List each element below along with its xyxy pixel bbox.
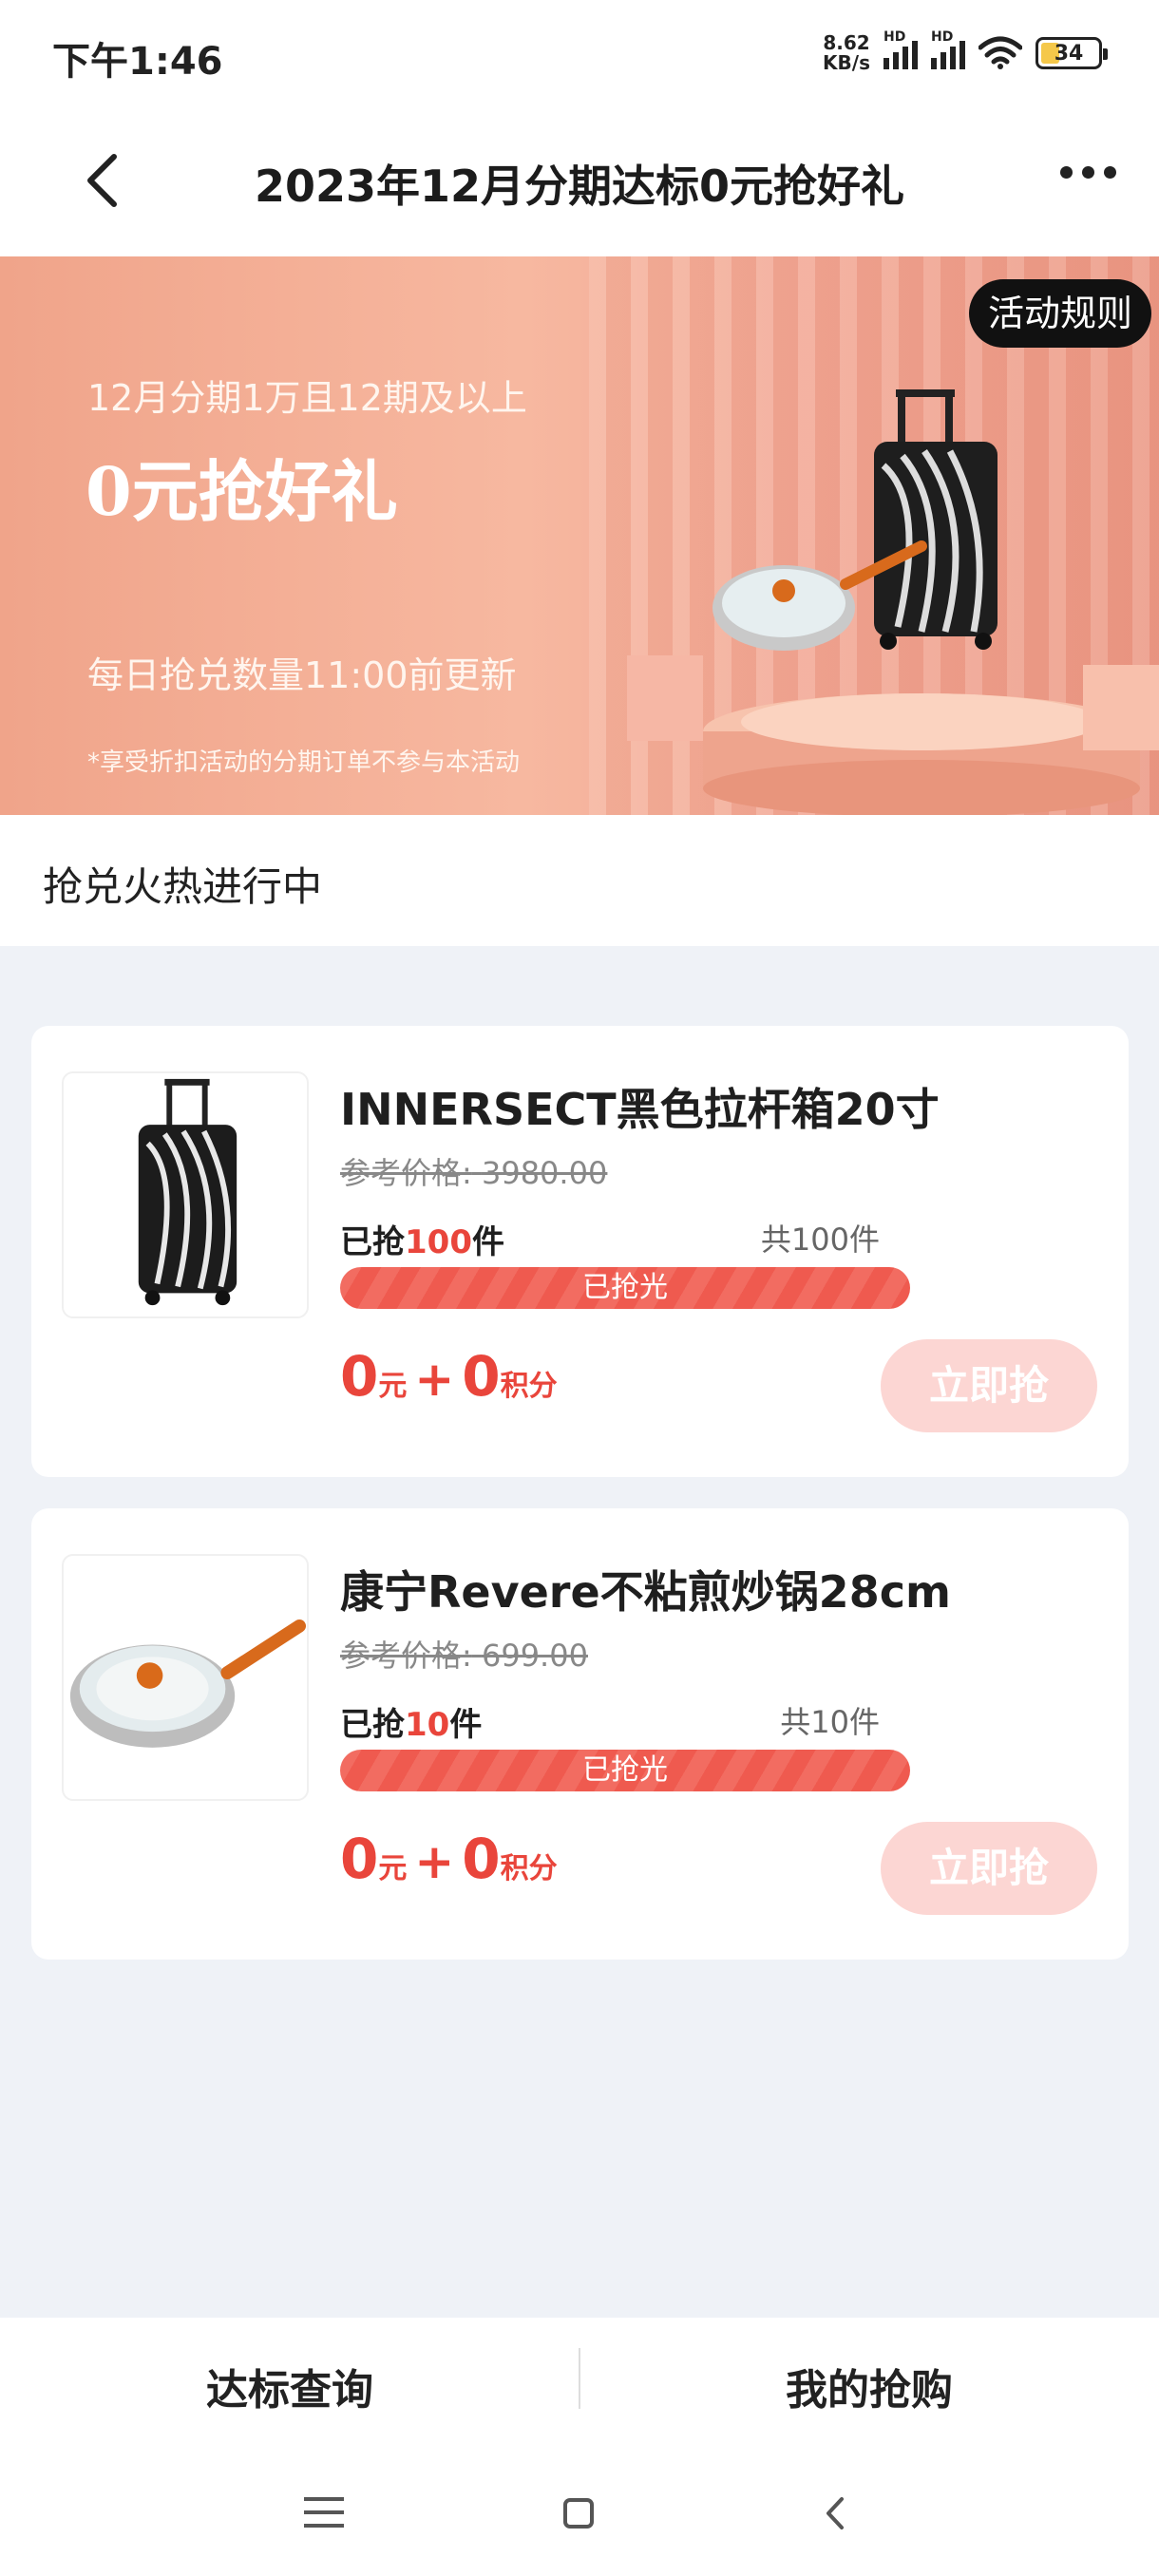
signal-icon: HD [884, 29, 918, 69]
product-name: INNERSECT黑色拉杆箱20寸 [340, 1084, 940, 1135]
exchange-price: 0元 +0积分 [340, 1827, 558, 1891]
section-header: 抢兑火热进行中 [0, 815, 1159, 946]
my-purchases-button[interactable]: 我的抢购 [580, 2356, 1159, 2416]
battery-icon: 34 [1036, 37, 1108, 69]
suitcase-image [138, 1078, 238, 1306]
rules-button[interactable]: 活动规则 [968, 279, 1151, 348]
product-card[interactable]: INNERSECT黑色拉杆箱20寸 参考价格: 3980.00 已抢100件 共… [31, 1026, 1129, 1477]
net-speed: 8.62 KB/s [823, 31, 870, 74]
frying-pan-image [69, 1619, 307, 1748]
stock-progress-bar: 已抢光 [340, 1267, 910, 1309]
page-title: 2023年12月分期达标0元抢好礼 [254, 161, 905, 212]
banner-note: *享受折扣活动的分期订单不参与本活动 [87, 748, 521, 777]
reference-price: 参考价格: 3980.00 [340, 1155, 608, 1191]
bottom-action-bar: 达标查询 我的抢购 [0, 2318, 1159, 2455]
product-name: 康宁Revere不粘煎炒锅28cm [340, 1566, 951, 1618]
reference-price: 参考价格: 699.00 [340, 1638, 588, 1674]
banner-products-image [712, 389, 998, 651]
banner-subtitle: 12月分期1万且12期及以上 [87, 377, 527, 419]
grabbed-count: 已抢10件 [340, 1706, 483, 1744]
total-stock: 共100件 [760, 1222, 880, 1258]
status-icons: 8.62 KB/s HD HD 34 [823, 29, 1108, 74]
promo-banner: 活动规则 12月分期1万且12期及以上 0元抢好礼 每日抢兑数量11:00前更新… [0, 256, 1159, 815]
banner-title: 0元抢好礼 [86, 452, 398, 531]
check-qualification-button[interactable]: 达标查询 [0, 2356, 580, 2416]
grab-now-button[interactable]: 立即抢 [881, 1822, 1097, 1915]
wifi-icon [978, 36, 1022, 69]
podium-graphic [627, 655, 1159, 815]
product-card[interactable]: 康宁Revere不粘煎炒锅28cm 参考价格: 699.00 已抢10件 共10… [31, 1508, 1129, 1960]
more-options-icon[interactable] [1060, 166, 1116, 179]
stock-progress-bar: 已抢光 [340, 1750, 910, 1791]
menu-icon[interactable] [302, 2491, 346, 2535]
home-icon[interactable] [560, 2491, 598, 2535]
section-title: 抢兑火热进行中 [43, 863, 323, 910]
total-stock: 共10件 [780, 1704, 880, 1740]
exchange-price: 0元 +0积分 [340, 1344, 558, 1409]
status-bar: 下午1:46 8.62 KB/s HD HD 34 [0, 0, 1159, 109]
signal-icon-2: HD [931, 29, 965, 69]
nav-bar: 2023年12月分期达标0元抢好礼 [0, 109, 1159, 256]
product-thumbnail[interactable] [62, 1071, 309, 1318]
grabbed-count: 已抢100件 [340, 1223, 504, 1261]
system-nav-bar [0, 2455, 1159, 2576]
product-thumbnail[interactable] [62, 1554, 309, 1801]
banner-update-text: 每日抢兑数量11:00前更新 [87, 654, 517, 696]
status-time: 下午1:46 [52, 40, 223, 84]
back-icon[interactable] [817, 2491, 855, 2535]
grab-now-button[interactable]: 立即抢 [881, 1339, 1097, 1432]
